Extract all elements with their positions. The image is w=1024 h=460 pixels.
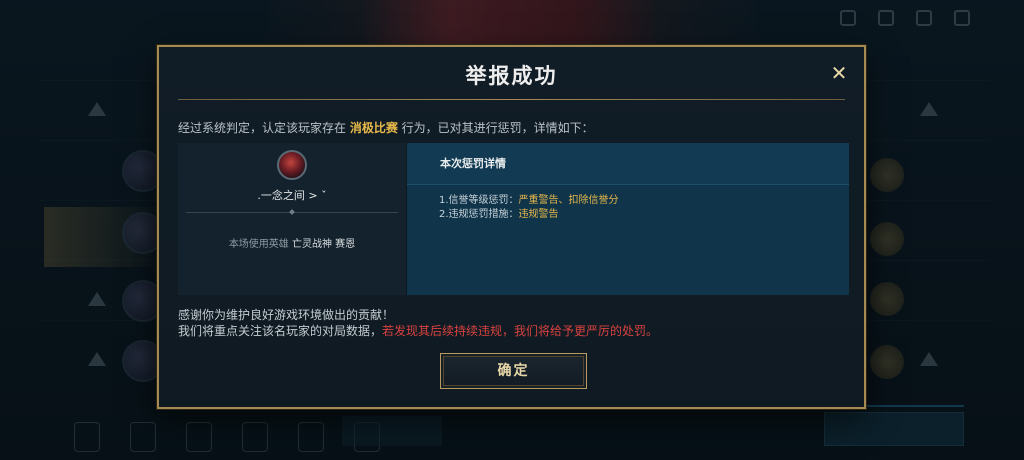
violation-type: 消极比赛 (349, 121, 398, 135)
thanks-message: 感谢你为维护良好游戏环境做出的贡献！ 我们将重点关注该名玩家的对局数据，若发现其… (178, 307, 658, 339)
hero-used: 本场使用英雄 亡灵战神 赛恩 (178, 235, 406, 250)
detail-item: 2.违规惩罚措施：违规警告 (439, 208, 849, 222)
close-icon[interactable]: ✕ (828, 62, 850, 84)
intro-suffix: 行为，已对其进行惩罚，详情如下： (397, 121, 594, 135)
penalty-info-box: .一念之间 > ˇ 本场使用英雄 亡灵战神 赛恩 本次惩罚详情 1.信誉等级惩罚… (178, 143, 849, 295)
player-name: .一念之间 > ˇ (257, 189, 327, 202)
thanks-line: 感谢你为维护良好游戏环境做出的贡献！ (178, 308, 395, 322)
reported-player-panel: .一念之间 > ˇ 本场使用英雄 亡灵战神 赛恩 (178, 143, 407, 295)
intro-prefix: 经过系统判定，认定该玩家存在 (178, 121, 350, 135)
details-heading: 本次惩罚详情 (407, 143, 849, 185)
confirm-button[interactable]: 确定 (440, 353, 587, 389)
detail-item: 1.信誉等级惩罚：严重警告、扣除信誉分 (439, 194, 849, 208)
detail-item-value: 违规警告 (518, 209, 559, 220)
intro-text: 经过系统判定，认定该玩家存在 消极比赛 行为，已对其进行惩罚，详情如下： (178, 119, 594, 136)
thanks-line-prefix: 我们将重点关注该名玩家的对局数据， (178, 324, 383, 338)
title-divider (178, 99, 845, 100)
thanks-line: 我们将重点关注该名玩家的对局数据，若发现其后续持续违规，我们将给予更严厉的处罚。 (178, 323, 658, 339)
detail-item-label: 2.违规惩罚措施： (439, 209, 519, 220)
details-list: 1.信誉等级惩罚：严重警告、扣除信誉分 2.违规惩罚措施：违规警告 (407, 185, 849, 222)
detail-item-label: 1.信誉等级惩罚： (439, 195, 519, 206)
penalty-details-panel: 本次惩罚详情 1.信誉等级惩罚：严重警告、扣除信誉分 2.违规惩罚措施：违规警告 (407, 143, 849, 295)
hero-label: 本场使用英雄 (228, 239, 292, 250)
detail-item-value: 严重警告、扣除信誉分 (518, 195, 619, 206)
dialog-title: 举报成功 (465, 64, 558, 88)
report-success-dialog: 举报成功 ✕ 经过系统判定，认定该玩家存在 消极比赛 行为，已对其进行惩罚，详情… (157, 45, 866, 409)
warning-text: 若发现其后续持续违规，我们将给予更严厉的处罚。 (382, 324, 659, 338)
player-avatar (277, 150, 307, 180)
divider-ornament (289, 209, 295, 215)
hero-name: 亡灵战神 赛恩 (292, 239, 356, 250)
